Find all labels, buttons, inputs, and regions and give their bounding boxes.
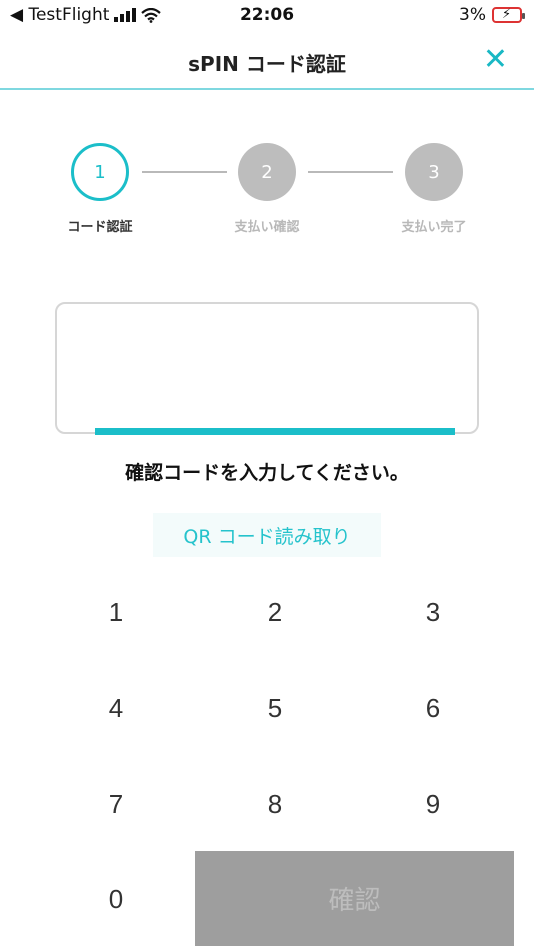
key-2[interactable]: 2	[230, 582, 320, 642]
battery-icon: ⚡	[492, 7, 525, 23]
key-0[interactable]: 0	[71, 869, 161, 929]
step-connector-2	[308, 171, 393, 173]
page-title: sPIN コード認証	[188, 52, 346, 76]
step-2-number: 2	[261, 161, 273, 183]
status-bar: ◀ TestFlight 22:06 3% ⚡	[0, 0, 534, 34]
step-connector-1	[142, 171, 227, 173]
status-right: 3% ⚡	[459, 5, 525, 25]
battery-percent: 3%	[459, 5, 486, 25]
key-7[interactable]: 7	[71, 774, 161, 834]
step-3-number: 3	[428, 161, 440, 183]
key-3[interactable]: 3	[388, 582, 478, 642]
confirm-button[interactable]: 確認	[195, 851, 514, 946]
step-2-label: 支払い確認	[234, 220, 300, 235]
qr-scan-button[interactable]: QR コード読み取り	[153, 513, 381, 557]
code-input-underline	[95, 428, 455, 435]
key-5[interactable]: 5	[230, 678, 320, 738]
key-4[interactable]: 4	[71, 678, 161, 738]
step-2-circle: 2	[238, 143, 296, 201]
step-1-number: 1	[94, 161, 106, 183]
key-8[interactable]: 8	[230, 774, 320, 834]
code-prompt: 確認コードを入力してください。	[125, 462, 409, 484]
key-6[interactable]: 6	[388, 678, 478, 738]
close-icon[interactable]: ✕	[483, 42, 508, 77]
key-9[interactable]: 9	[388, 774, 478, 834]
code-input-field[interactable]	[55, 302, 479, 435]
status-time: 22:06	[239, 5, 295, 25]
step-3-circle: 3	[405, 143, 463, 201]
header: sPIN コード認証 ✕	[0, 34, 534, 90]
step-3-label: 支払い完了	[401, 220, 467, 235]
step-1-label: コード認証	[67, 220, 133, 235]
step-1-circle: 1	[71, 143, 129, 201]
key-1[interactable]: 1	[71, 582, 161, 642]
